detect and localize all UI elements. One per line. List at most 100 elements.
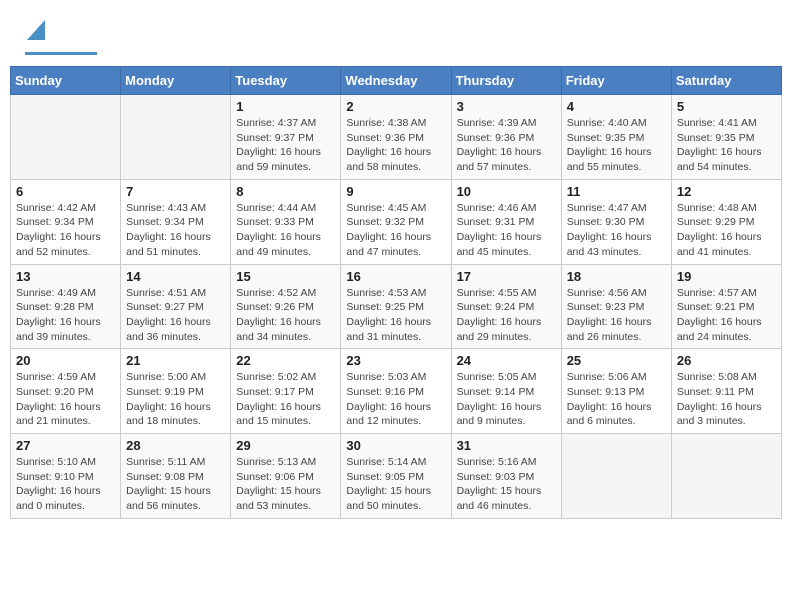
day-info: Sunrise: 4:55 AM Sunset: 9:24 PM Dayligh… <box>457 286 556 345</box>
day-info: Sunrise: 4:37 AM Sunset: 9:37 PM Dayligh… <box>236 116 335 175</box>
day-info: Sunrise: 5:13 AM Sunset: 9:06 PM Dayligh… <box>236 455 335 514</box>
calendar-cell: 3Sunrise: 4:39 AM Sunset: 9:36 PM Daylig… <box>451 95 561 180</box>
calendar-cell: 5 Sunrise: 4:41 AM Sunset: 9:35 PM Daylig… <box>671 95 781 180</box>
day-info: Sunrise: 5:00 AM Sunset: 9:19 PM Dayligh… <box>126 370 225 429</box>
day-number: 14 <box>126 269 225 284</box>
logo <box>25 20 97 55</box>
weekday-header-friday: Friday <box>561 67 671 95</box>
calendar-cell: 26Sunrise: 5:08 AM Sunset: 9:11 PM Dayli… <box>671 349 781 434</box>
day-info: Sunrise: 4:48 AM Sunset: 9:29 PM Dayligh… <box>677 201 776 260</box>
day-info: Sunrise: 5:14 AM Sunset: 9:05 PM Dayligh… <box>346 455 445 514</box>
day-number: 18 <box>567 269 666 284</box>
calendar-cell: 27 Sunrise: 5:10 AM Sunset: 9:10 PM Dayli… <box>11 434 121 519</box>
calendar-cell <box>11 95 121 180</box>
day-info: Sunrise: 4:49 AM Sunset: 9:28 PM Dayligh… <box>16 286 115 345</box>
day-number: 30 <box>346 438 445 453</box>
calendar-cell: 29 Sunrise: 5:13 AM Sunset: 9:06 PM Dayli… <box>231 434 341 519</box>
calendar-cell: 17Sunrise: 4:55 AM Sunset: 9:24 PM Dayli… <box>451 264 561 349</box>
calendar-cell: 25Sunrise: 5:06 AM Sunset: 9:13 PM Dayli… <box>561 349 671 434</box>
day-number: 21 <box>126 353 225 368</box>
day-info: Sunrise: 4:52 AM Sunset: 9:26 PM Dayligh… <box>236 286 335 345</box>
calendar-week-row: 1 Sunrise: 4:37 AM Sunset: 9:37 PM Daylig… <box>11 95 782 180</box>
calendar-cell: 11 Sunrise: 4:47 AM Sunset: 9:30 PM Dayli… <box>561 179 671 264</box>
calendar-cell: 2 Sunrise: 4:38 AM Sunset: 9:36 PM Daylig… <box>341 95 451 180</box>
calendar-cell: 21 Sunrise: 5:00 AM Sunset: 9:19 PM Dayli… <box>121 349 231 434</box>
calendar-cell: 28 Sunrise: 5:11 AM Sunset: 9:08 PM Dayli… <box>121 434 231 519</box>
calendar-cell: 31 Sunrise: 5:16 AM Sunset: 9:03 PM Dayli… <box>451 434 561 519</box>
day-number: 9 <box>346 184 445 199</box>
weekday-header-saturday: Saturday <box>671 67 781 95</box>
day-number: 31 <box>457 438 556 453</box>
day-info: Sunrise: 4:57 AM Sunset: 9:21 PM Dayligh… <box>677 286 776 345</box>
calendar-cell: 15 Sunrise: 4:52 AM Sunset: 9:26 PM Dayli… <box>231 264 341 349</box>
calendar-cell: 14 Sunrise: 4:51 AM Sunset: 9:27 PM Dayli… <box>121 264 231 349</box>
day-number: 24 <box>457 353 556 368</box>
day-info: Sunrise: 5:11 AM Sunset: 9:08 PM Dayligh… <box>126 455 225 514</box>
calendar-cell: 4 Sunrise: 4:40 AM Sunset: 9:35 PM Daylig… <box>561 95 671 180</box>
day-number: 27 <box>16 438 115 453</box>
day-number: 28 <box>126 438 225 453</box>
day-info: Sunrise: 5:03 AM Sunset: 9:16 PM Dayligh… <box>346 370 445 429</box>
day-number: 10 <box>457 184 556 199</box>
day-info: Sunrise: 5:10 AM Sunset: 9:10 PM Dayligh… <box>16 455 115 514</box>
calendar-cell: 13Sunrise: 4:49 AM Sunset: 9:28 PM Dayli… <box>11 264 121 349</box>
day-number: 20 <box>16 353 115 368</box>
weekday-header-thursday: Thursday <box>451 67 561 95</box>
calendar-week-row: 20 Sunrise: 4:59 AM Sunset: 9:20 PM Dayli… <box>11 349 782 434</box>
calendar-cell: 18 Sunrise: 4:56 AM Sunset: 9:23 PM Dayli… <box>561 264 671 349</box>
day-number: 8 <box>236 184 335 199</box>
logo-underline <box>25 52 97 55</box>
day-info: Sunrise: 4:46 AM Sunset: 9:31 PM Dayligh… <box>457 201 556 260</box>
weekday-header-wednesday: Wednesday <box>341 67 451 95</box>
weekday-header-tuesday: Tuesday <box>231 67 341 95</box>
calendar-header-row: SundayMondayTuesdayWednesdayThursdayFrid… <box>11 67 782 95</box>
calendar-week-row: 13Sunrise: 4:49 AM Sunset: 9:28 PM Dayli… <box>11 264 782 349</box>
weekday-header-monday: Monday <box>121 67 231 95</box>
day-number: 19 <box>677 269 776 284</box>
day-info: Sunrise: 5:05 AM Sunset: 9:14 PM Dayligh… <box>457 370 556 429</box>
calendar-cell: 20 Sunrise: 4:59 AM Sunset: 9:20 PM Dayli… <box>11 349 121 434</box>
calendar-cell: 7Sunrise: 4:43 AM Sunset: 9:34 PM Daylig… <box>121 179 231 264</box>
day-info: Sunrise: 4:39 AM Sunset: 9:36 PM Dayligh… <box>457 116 556 175</box>
day-info: Sunrise: 4:41 AM Sunset: 9:35 PM Dayligh… <box>677 116 776 175</box>
calendar-cell: 22 Sunrise: 5:02 AM Sunset: 9:17 PM Dayli… <box>231 349 341 434</box>
calendar-cell: 1 Sunrise: 4:37 AM Sunset: 9:37 PM Daylig… <box>231 95 341 180</box>
day-number: 2 <box>346 99 445 114</box>
calendar-cell <box>121 95 231 180</box>
day-info: Sunrise: 4:40 AM Sunset: 9:35 PM Dayligh… <box>567 116 666 175</box>
calendar-cell: 19 Sunrise: 4:57 AM Sunset: 9:21 PM Dayli… <box>671 264 781 349</box>
day-info: Sunrise: 4:59 AM Sunset: 9:20 PM Dayligh… <box>16 370 115 429</box>
calendar-cell: 6 Sunrise: 4:42 AM Sunset: 9:34 PM Daylig… <box>11 179 121 264</box>
calendar-cell <box>671 434 781 519</box>
day-number: 12 <box>677 184 776 199</box>
day-info: Sunrise: 5:08 AM Sunset: 9:11 PM Dayligh… <box>677 370 776 429</box>
day-info: Sunrise: 4:38 AM Sunset: 9:36 PM Dayligh… <box>346 116 445 175</box>
day-number: 7 <box>126 184 225 199</box>
day-info: Sunrise: 5:16 AM Sunset: 9:03 PM Dayligh… <box>457 455 556 514</box>
day-info: Sunrise: 4:53 AM Sunset: 9:25 PM Dayligh… <box>346 286 445 345</box>
day-number: 4 <box>567 99 666 114</box>
day-number: 15 <box>236 269 335 284</box>
day-number: 29 <box>236 438 335 453</box>
day-info: Sunrise: 4:56 AM Sunset: 9:23 PM Dayligh… <box>567 286 666 345</box>
day-info: Sunrise: 4:42 AM Sunset: 9:34 PM Dayligh… <box>16 201 115 260</box>
day-number: 1 <box>236 99 335 114</box>
day-number: 6 <box>16 184 115 199</box>
day-info: Sunrise: 4:44 AM Sunset: 9:33 PM Dayligh… <box>236 201 335 260</box>
day-info: Sunrise: 5:02 AM Sunset: 9:17 PM Dayligh… <box>236 370 335 429</box>
day-info: Sunrise: 4:51 AM Sunset: 9:27 PM Dayligh… <box>126 286 225 345</box>
calendar-cell: 23Sunrise: 5:03 AM Sunset: 9:16 PM Dayli… <box>341 349 451 434</box>
day-number: 25 <box>567 353 666 368</box>
day-info: Sunrise: 4:47 AM Sunset: 9:30 PM Dayligh… <box>567 201 666 260</box>
calendar-table: SundayMondayTuesdayWednesdayThursdayFrid… <box>10 66 782 519</box>
calendar-cell: 24 Sunrise: 5:05 AM Sunset: 9:14 PM Dayli… <box>451 349 561 434</box>
calendar-cell: 10 Sunrise: 4:46 AM Sunset: 9:31 PM Dayli… <box>451 179 561 264</box>
day-number: 22 <box>236 353 335 368</box>
calendar-week-row: 27 Sunrise: 5:10 AM Sunset: 9:10 PM Dayli… <box>11 434 782 519</box>
calendar-cell: 30 Sunrise: 5:14 AM Sunset: 9:05 PM Dayli… <box>341 434 451 519</box>
calendar-cell: 9Sunrise: 4:45 AM Sunset: 9:32 PM Daylig… <box>341 179 451 264</box>
calendar-cell: 16Sunrise: 4:53 AM Sunset: 9:25 PM Dayli… <box>341 264 451 349</box>
day-number: 5 <box>677 99 776 114</box>
day-number: 11 <box>567 184 666 199</box>
calendar-week-row: 6 Sunrise: 4:42 AM Sunset: 9:34 PM Daylig… <box>11 179 782 264</box>
